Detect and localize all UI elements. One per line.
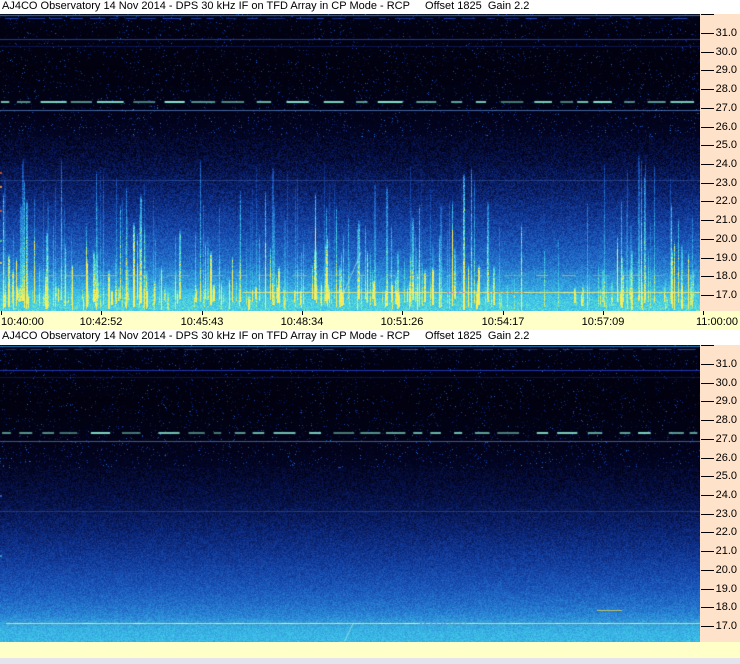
freq-tick-label: 22.0 <box>715 195 737 207</box>
freq-tick-label: 17.0 <box>715 289 737 301</box>
time-axis-strip-lower <box>0 642 740 658</box>
time-tick <box>1 311 2 315</box>
freq-tick-label: 25.0 <box>715 470 737 482</box>
freq-tick <box>701 276 714 277</box>
freq-tick-label: 24.0 <box>715 489 737 501</box>
freq-axis-top-tick <box>701 14 714 15</box>
freq-tick <box>701 52 714 53</box>
time-tick-label: 11:00:00 <box>695 316 738 328</box>
freq-tick-label: 20.0 <box>715 564 737 576</box>
spectrogram-plot-upper <box>0 14 700 311</box>
freq-tick <box>701 183 714 184</box>
freq-tick <box>701 364 714 365</box>
freq-tick-label: 27.0 <box>715 433 737 445</box>
freq-tick <box>701 607 714 608</box>
time-tick <box>101 311 102 315</box>
time-tick-label: 10:54:17 <box>481 316 525 328</box>
freq-tick-label: 28.0 <box>715 83 737 95</box>
time-tick-label: 10:45:43 <box>180 316 224 328</box>
freq-tick <box>701 514 714 515</box>
freq-tick <box>701 439 714 440</box>
freq-tick-label: 26.0 <box>715 452 737 464</box>
time-tick <box>302 311 303 315</box>
panel-title-upper: AJ4CO Observatory 14 Nov 2014 - DPS 30 k… <box>0 0 740 14</box>
freq-tick-label: 19.0 <box>715 583 737 595</box>
time-tick-label: 10:51:26 <box>380 316 424 328</box>
time-tick-label: 10:40:00 <box>1 316 44 328</box>
freq-tick <box>701 401 714 402</box>
freq-tick <box>701 220 714 221</box>
freq-tick-label: 20.0 <box>715 233 737 245</box>
freq-tick-label: 31.0 <box>715 358 737 370</box>
freq-tick-label: 29.0 <box>715 64 737 76</box>
time-tick-label: 10:48:34 <box>280 316 324 328</box>
freq-tick <box>701 108 714 109</box>
freq-tick <box>701 570 714 571</box>
spectrogram-canvas-lower <box>0 345 700 642</box>
freq-tick-label: 21.0 <box>715 545 737 557</box>
freq-tick <box>701 127 714 128</box>
freq-tick <box>701 589 714 590</box>
freq-axis-top-tick <box>701 345 714 346</box>
freq-tick-label: 22.0 <box>715 526 737 538</box>
freq-tick <box>701 145 714 146</box>
freq-tick-label: 28.0 <box>715 414 737 426</box>
freq-tick-label: 18.0 <box>715 270 737 282</box>
freq-tick-label: 29.0 <box>715 395 737 407</box>
freq-tick <box>701 551 714 552</box>
freq-axis-lower: 31.0 30.0 29.0 28.0 27.0 26.0 25.0 24.0 23.0 22.0… <box>700 345 740 642</box>
freq-tick <box>701 420 714 421</box>
time-tick-label: 10:57:09 <box>581 316 625 328</box>
freq-tick <box>701 476 714 477</box>
freq-tick <box>701 295 714 296</box>
freq-tick-label: 31.0 <box>715 27 737 39</box>
freq-tick-label: 25.0 <box>715 139 737 151</box>
freq-tick-label: 21.0 <box>715 214 737 226</box>
freq-tick-label: 19.0 <box>715 252 737 264</box>
freq-tick <box>701 626 714 627</box>
freq-tick-label: 27.0 <box>715 102 737 114</box>
time-tick <box>603 311 604 315</box>
freq-tick-label: 30.0 <box>715 377 737 389</box>
freq-tick <box>701 495 714 496</box>
freq-tick <box>701 70 714 71</box>
freq-tick <box>701 33 714 34</box>
freq-tick <box>701 239 714 240</box>
freq-tick-label: 26.0 <box>715 121 737 133</box>
panel-title-lower: AJ4CO Observatory 14 Nov 2014 - DPS 30 k… <box>0 330 740 345</box>
freq-tick-label: 18.0 <box>715 601 737 613</box>
freq-tick <box>701 258 714 259</box>
freq-tick-label: 17.0 <box>715 620 737 632</box>
freq-tick <box>701 458 714 459</box>
time-tick <box>703 311 704 315</box>
window-footer-strip <box>0 658 740 664</box>
time-tick <box>503 311 504 315</box>
freq-tick <box>701 201 714 202</box>
freq-tick <box>701 89 714 90</box>
freq-axis-upper: 31.0 30.0 29.0 28.0 27.0 26.0 25.0 24.0 23.0 22.0… <box>700 14 740 311</box>
time-tick-label: 10:42:52 <box>79 316 123 328</box>
time-tick <box>402 311 403 315</box>
spectrogram-canvas-upper <box>0 14 700 311</box>
freq-tick-label: 30.0 <box>715 46 737 58</box>
spectrogram-plot-lower <box>0 345 700 642</box>
freq-tick <box>701 164 714 165</box>
freq-tick-label: 23.0 <box>715 177 737 189</box>
freq-tick-label: 23.0 <box>715 508 737 520</box>
freq-tick <box>701 532 714 533</box>
time-axis-strip-upper: 10:40:00 10:42:52 10:45:43 10:48:34 10:51:26… <box>0 311 740 330</box>
spectrograph-window: AJ4CO Observatory 14 Nov 2014 - DPS 30 k… <box>0 0 740 664</box>
time-tick <box>202 311 203 315</box>
freq-tick-label: 24.0 <box>715 158 737 170</box>
freq-tick <box>701 383 714 384</box>
